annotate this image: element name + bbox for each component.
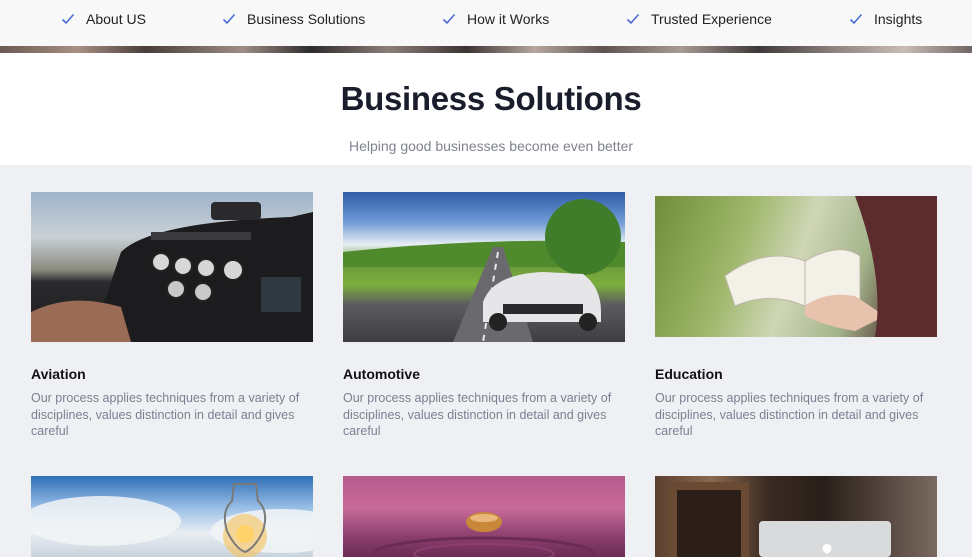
nav-item-about-us[interactable]: About US: [61, 10, 146, 28]
page-subtitle: Helping good businesses become even bett…: [348, 138, 634, 154]
nav-item-label: How it Works: [467, 11, 550, 27]
nav-item-how-it-works[interactable]: How it Works: [442, 10, 549, 28]
card-title: Automotive: [343, 366, 420, 382]
solution-card-aviation[interactable]: Aviation Our process applies techniques …: [31, 192, 313, 442]
solution-card-education[interactable]: Education Our process applies techniques…: [655, 192, 937, 442]
card-title: Education: [655, 366, 723, 382]
solutions-grid: Aviation Our process applies techniques …: [0, 165, 972, 557]
nav-item-label: Insights: [874, 11, 923, 27]
nav-item-label: Trusted Experience: [651, 11, 772, 27]
hero-image-strip: [0, 46, 972, 53]
education-image: [655, 196, 937, 337]
nav-item-trusted-experience[interactable]: Trusted Experience: [626, 10, 772, 28]
check-icon: [222, 12, 236, 26]
check-icon: [626, 12, 640, 26]
automotive-image: [343, 192, 625, 342]
laptop-image: [655, 476, 937, 557]
solution-card-automotive[interactable]: Automotive Our process applies technique…: [343, 192, 625, 442]
top-nav: About US Business Solutions How it Works…: [0, 0, 972, 46]
card-description: Our process applies techniques from a va…: [343, 391, 612, 438]
solution-card-technology[interactable]: [655, 476, 937, 557]
aviation-image: [31, 192, 313, 342]
check-icon: [442, 12, 456, 26]
check-icon: [61, 12, 75, 26]
solution-card-idea[interactable]: [31, 476, 313, 557]
card-title: Aviation: [31, 366, 86, 382]
check-icon: [849, 12, 863, 26]
card-description: Our process applies techniques from a va…: [31, 391, 300, 438]
nav-item-insights[interactable]: Insights: [849, 10, 922, 28]
nav-item-label: Business Solutions: [247, 11, 366, 27]
nav-item-business-solutions[interactable]: Business Solutions: [222, 10, 365, 28]
nav-item-label: About US: [86, 11, 146, 27]
lightbulb-image: [31, 476, 313, 557]
card-description: Our process applies techniques from a va…: [655, 391, 924, 438]
solution-card-water[interactable]: [343, 476, 625, 557]
page-title: Business Solutions: [340, 80, 642, 117]
water-drop-image: [343, 476, 625, 557]
